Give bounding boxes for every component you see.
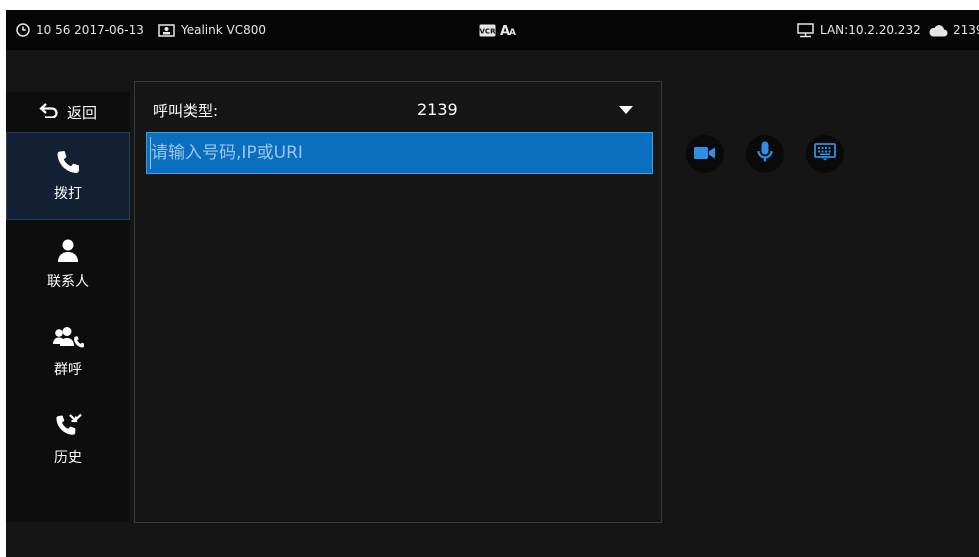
status-bar: 10 56 2017-06-13 Yealink VC800 VCR AA LA… [6,10,979,50]
display-icon [158,23,175,37]
sidebar-item-label: 拨打 [54,186,82,202]
contact-icon [55,237,81,267]
status-time: 10 56 2017-06-13 [16,10,144,50]
time-text: 10 56 2017-06-13 [36,23,144,37]
sidebar-item-label: 联系人 [47,274,89,290]
sidebar-item-dial[interactable]: 拨打 [6,132,130,220]
network-icon [797,22,814,38]
group-icon [52,325,84,355]
sidebar-item-history[interactable]: 历史 [6,396,130,484]
svg-text:A: A [509,28,516,37]
video-call-icon [694,145,716,164]
device-screen: 10 56 2017-06-13 Yealink VC800 VCR AA LA… [6,10,979,557]
font-size-icon[interactable]: AA [500,23,518,37]
clock-icon [16,23,30,37]
status-account: 2139 [928,10,979,50]
microphone-icon [757,141,773,167]
account-number: 2139 [953,23,979,37]
vcr-icon[interactable]: VCR [479,24,496,37]
cloud-icon [928,24,948,37]
history-icon [54,413,82,443]
keyboard-icon [814,143,836,165]
back-button[interactable]: 返回 [6,92,130,132]
lan-address: LAN:10.2.20.232 [820,23,921,37]
chevron-down-icon[interactable] [619,106,633,114]
audio-call-button[interactable] [746,135,784,173]
status-center-icons: VCR AA [479,10,518,50]
status-device: Yealink VC800 [158,10,266,50]
sidebar: 返回 拨打 联系人 群呼 历史 [6,92,130,522]
call-type-label: 呼叫类型: [153,102,219,120]
back-arrow-icon [39,102,59,122]
status-network: LAN:10.2.20.232 [797,10,921,50]
svg-text:VCR: VCR [480,27,496,35]
sidebar-item-label: 历史 [54,450,82,466]
sidebar-item-contacts[interactable]: 联系人 [6,220,130,308]
video-call-button[interactable] [686,135,724,173]
keyboard-button[interactable] [806,135,844,173]
text-cursor [150,137,151,169]
sidebar-item-label: 群呼 [54,362,82,378]
sidebar-item-group-call[interactable]: 群呼 [6,308,130,396]
dial-number-input[interactable] [146,132,653,174]
phone-icon [55,149,81,179]
back-label: 返回 [66,103,97,122]
dial-panel: 呼叫类型: 2139 [134,81,662,523]
device-name: Yealink VC800 [181,23,267,37]
call-type-select[interactable]: 2139 [417,100,458,119]
